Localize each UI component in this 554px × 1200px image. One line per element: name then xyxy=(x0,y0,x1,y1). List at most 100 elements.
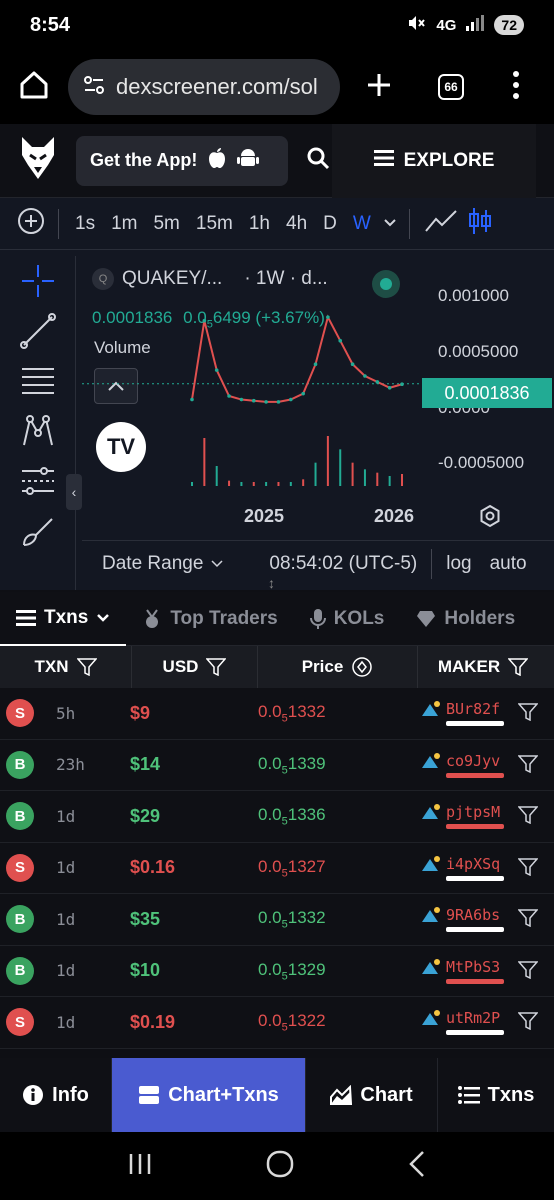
txn-usd: $10 xyxy=(130,960,161,981)
list-icon xyxy=(16,609,36,626)
volume-bar xyxy=(252,482,255,486)
txn-price: 0.051329 xyxy=(258,959,326,982)
token-icon: Q xyxy=(92,268,114,290)
table-row[interactable]: B 1d $10 0.051329 MtPbS3 xyxy=(0,945,554,997)
maker-holding-bar xyxy=(446,927,504,933)
table-row[interactable]: B 1d $29 0.051336 pjtpsM xyxy=(0,791,554,843)
home-nav-icon[interactable] xyxy=(266,1150,294,1183)
legend-collapse-button[interactable] xyxy=(94,368,138,404)
txn-age: 1d xyxy=(56,961,76,981)
txn-maker[interactable]: i4pXSq xyxy=(420,855,504,881)
column-price[interactable]: Price xyxy=(258,646,418,688)
chart-settings-icon[interactable] xyxy=(478,504,502,533)
filter-icon[interactable] xyxy=(517,960,539,984)
trendline-tool[interactable] xyxy=(0,306,76,356)
y-tick-label: -0.0005000 xyxy=(438,453,525,472)
txn-table-body: S 5h $9 0.051332 BUr82f B 23h $14 0.0513… xyxy=(0,688,554,1049)
back-icon[interactable] xyxy=(407,1150,427,1183)
table-row[interactable]: B 23h $14 0.051339 co9Jyv xyxy=(0,739,554,791)
table-row[interactable]: S 1d $0.19 0.051322 utRm2P xyxy=(0,997,554,1049)
column-usd[interactable]: USD xyxy=(132,646,258,688)
explore-button[interactable]: EXPLORE xyxy=(332,123,536,198)
price-point xyxy=(375,380,380,384)
tradingview-logo[interactable]: TV xyxy=(96,422,146,472)
filter-icon[interactable] xyxy=(517,754,539,778)
add-symbol-icon[interactable] xyxy=(12,206,50,241)
candles-chart-type-icon[interactable] xyxy=(464,206,496,241)
log-scale-toggle[interactable]: log xyxy=(446,553,471,575)
filter-icon[interactable] xyxy=(517,1012,539,1035)
price-point xyxy=(227,394,231,398)
resize-handle-icon[interactable]: ↕ xyxy=(268,576,275,590)
volume-bar xyxy=(265,482,268,486)
txn-maker[interactable]: co9Jyv xyxy=(420,752,504,778)
volume-bar xyxy=(326,436,329,486)
nav-chart-label: Chart xyxy=(360,1083,413,1106)
table-row[interactable]: S 5h $9 0.051332 BUr82f xyxy=(0,688,554,740)
chevron-down-icon[interactable] xyxy=(379,215,401,233)
new-tab-icon[interactable] xyxy=(364,70,394,105)
dexscreener-logo[interactable] xyxy=(18,135,58,186)
chart-interval: · 1W · d... xyxy=(244,268,328,289)
brush-tool[interactable] xyxy=(0,506,76,556)
nav-info[interactable]: Info xyxy=(0,1058,112,1132)
column-maker[interactable]: MAKER xyxy=(418,646,548,688)
price-point xyxy=(301,391,305,396)
nav-chart-txns[interactable]: Chart+Txns xyxy=(112,1058,306,1132)
address-bar[interactable]: dexscreener.com/sol xyxy=(68,59,340,115)
txn-maker[interactable]: 9RA6bs xyxy=(420,906,504,933)
timeframe-1s[interactable]: 1s xyxy=(67,213,103,235)
table-row[interactable]: B 1d $35 0.051332 9RA6bs xyxy=(0,894,554,946)
timeframe-1m[interactable]: 1m xyxy=(103,213,145,235)
wallet-tag-icon xyxy=(422,752,440,768)
auto-scale-toggle[interactable]: auto xyxy=(490,553,527,575)
fib-tool[interactable] xyxy=(0,356,76,406)
filter-icon[interactable] xyxy=(517,806,539,829)
txn-usd: $35 xyxy=(130,908,161,929)
txn-usd: $0.16 xyxy=(130,857,176,878)
more-menu-icon[interactable] xyxy=(512,70,520,105)
maker-holding-bar xyxy=(446,1030,504,1036)
timeframe-w[interactable]: W xyxy=(345,213,379,235)
prediction-tool[interactable] xyxy=(0,456,76,506)
timeframe-1h[interactable]: 1h xyxy=(241,213,278,235)
tab-holders[interactable]: Holders xyxy=(400,592,531,646)
line-chart-type-icon[interactable] xyxy=(418,209,464,238)
status-time: 8:54 xyxy=(30,13,71,36)
get-app-button[interactable]: Get the App! xyxy=(76,135,288,186)
txn-maker[interactable]: BUr82f xyxy=(420,700,504,727)
timeframe-15m[interactable]: 15m xyxy=(188,213,241,235)
date-range-button[interactable]: Date Range xyxy=(102,553,223,575)
filter-icon[interactable] xyxy=(517,909,539,932)
home-icon[interactable] xyxy=(14,65,54,110)
nav-txns[interactable]: Txns xyxy=(438,1058,554,1132)
toolbar-collapse-button[interactable]: ‹ xyxy=(66,474,82,510)
txn-age: 5h xyxy=(56,703,76,723)
search-icon[interactable] xyxy=(306,146,330,175)
nav-chart[interactable]: Chart xyxy=(306,1058,438,1132)
wallet-tag-icon xyxy=(422,907,440,923)
timeframe-4h[interactable]: 4h xyxy=(278,213,315,235)
column-txn[interactable]: TXN xyxy=(0,646,132,688)
recents-icon[interactable] xyxy=(127,1151,153,1182)
site-settings-icon[interactable] xyxy=(82,73,106,102)
volume-bar xyxy=(376,472,379,486)
tab-txns[interactable]: Txns xyxy=(0,592,127,646)
table-row[interactable]: S 1d $0.16 0.051327 i4pXSq xyxy=(0,842,554,894)
txn-maker[interactable]: pjtpsM xyxy=(420,803,504,830)
volume-bar xyxy=(401,474,403,486)
txn-maker[interactable]: utRm2P xyxy=(420,1009,504,1036)
tab-top-traders[interactable]: Top Traders xyxy=(126,592,293,646)
crosshair-tool[interactable] xyxy=(0,256,76,306)
tab-switcher-button[interactable]: 66 xyxy=(438,74,464,100)
txn-maker[interactable]: MtPbS3 xyxy=(420,958,504,984)
timeframe-d[interactable]: D xyxy=(315,213,345,235)
txn-price: 0.051327 xyxy=(258,856,326,879)
microphone-icon xyxy=(309,608,326,629)
filter-icon[interactable] xyxy=(517,857,539,881)
filter-icon[interactable] xyxy=(517,703,539,726)
pattern-tool[interactable] xyxy=(0,406,76,456)
tab-kols[interactable]: KOLs xyxy=(294,592,401,646)
timeframe-5m[interactable]: 5m xyxy=(145,213,187,235)
chart-pane[interactable]: Q QUAKEY/... · 1W · d... 0.0001836 0.056… xyxy=(82,256,554,528)
